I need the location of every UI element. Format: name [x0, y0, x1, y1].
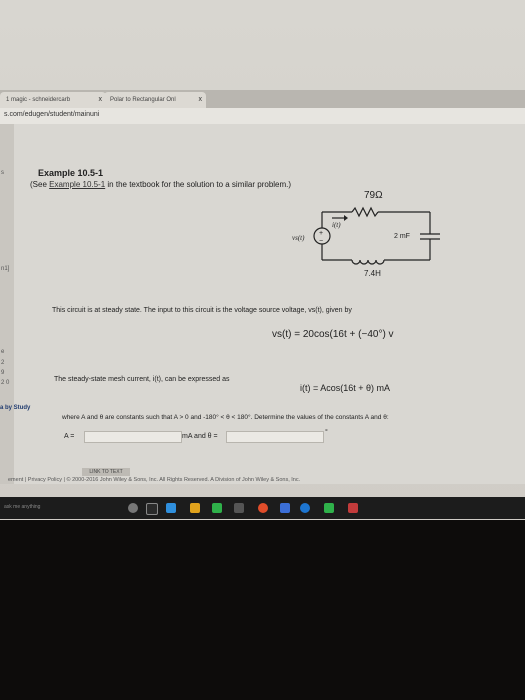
theta-unit: °: [325, 429, 328, 436]
footer-text: ement | Privacy Policy | © 2000-2016 Joh…: [8, 477, 301, 483]
taskbar: ask me anything: [0, 497, 525, 519]
page-footer: ement | Privacy Policy | © 2000-2016 Joh…: [0, 468, 525, 490]
tab-label: Polar to Rectangular Onl: [110, 97, 176, 103]
close-icon[interactable]: x: [199, 92, 203, 108]
page-content: s n1] e 2 9 2 0 Example 10.5-1 (See Exam…: [0, 124, 525, 484]
problem-intro: This circuit is at steady state. The inp…: [52, 307, 352, 314]
constraint-text: where A and θ are constants such that A …: [62, 414, 389, 421]
example-link[interactable]: Example 10.5-1: [49, 180, 105, 189]
circle-icon[interactable]: [128, 503, 138, 513]
example-reference: (See Example 10.5-1 in the textbook for …: [30, 180, 291, 189]
app-icon[interactable]: [280, 503, 290, 513]
tab-label: 1 magic - schneidercarb: [6, 97, 71, 103]
sidebar-label: n1]: [1, 266, 10, 272]
example-title: Example 10.5-1: [38, 168, 104, 178]
task-view-icon[interactable]: [146, 503, 158, 515]
sidebar-label: 2 0: [1, 380, 10, 386]
edge-icon[interactable]: [166, 503, 176, 513]
app-icon[interactable]: [324, 503, 334, 513]
ie-icon[interactable]: [300, 503, 310, 513]
source-equation: vs(t) = 20cos(16t + (−40°) v: [272, 329, 394, 340]
source-plus: +: [319, 230, 323, 237]
see-prefix: (See: [30, 180, 47, 189]
store-icon[interactable]: [212, 503, 222, 513]
app-icon[interactable]: [234, 503, 244, 513]
answer-row: A =: [64, 433, 74, 440]
a-input[interactable]: [84, 431, 182, 443]
tab-magic[interactable]: 1 magic - schneidercarb x: [0, 92, 106, 108]
current-label: i(t): [332, 221, 341, 229]
ma-and-label: mA and θ =: [182, 433, 218, 440]
theta-input[interactable]: [226, 431, 324, 443]
current-equation: i(t) = Acos(16t + θ) mA: [300, 383, 391, 393]
app-icon[interactable]: [348, 503, 358, 513]
browser-tab-bar: 1 magic - schneidercarb x Polar to Recta…: [0, 90, 525, 108]
chrome-icon[interactable]: [258, 503, 268, 513]
sidebar-label: s: [1, 170, 4, 176]
folder-icon[interactable]: [190, 503, 200, 513]
tab-polar-to-rectangular[interactable]: Polar to Rectangular Onl x: [104, 92, 206, 108]
sidebar-label: e: [1, 349, 5, 355]
sidebar-label: 2: [1, 360, 5, 366]
address-bar[interactable]: s.com/edugen/student/mainuni: [0, 108, 525, 125]
url-text: s.com/edugen/student/mainuni: [4, 111, 100, 118]
source-label: vs(t): [292, 234, 305, 242]
resistor-label: 79Ω: [364, 190, 383, 201]
screen: 1 magic - schneidercarb x Polar to Recta…: [0, 0, 525, 520]
capacitor-label: 2 mF: [394, 233, 410, 240]
by-study-label: a by Study: [0, 405, 31, 411]
a-label: A =: [64, 433, 75, 440]
source-minus: −: [319, 238, 323, 245]
inductor-label: 7.4H: [364, 269, 381, 278]
current-arrow-icon: [344, 215, 348, 221]
taskbar-search[interactable]: ask me anything: [4, 504, 40, 510]
close-icon[interactable]: x: [99, 92, 103, 108]
steady-state-text: The steady-state mesh current, i(t), can…: [54, 376, 230, 383]
sidebar-label: 9: [1, 370, 5, 376]
left-sidebar: s n1] e 2 9 2 0: [0, 124, 14, 484]
see-suffix: in the textbook for the solution to a si…: [107, 180, 292, 189]
circuit-diagram: 79Ω i(t) 2 mF 7.4H vs(t) + −: [292, 190, 440, 278]
